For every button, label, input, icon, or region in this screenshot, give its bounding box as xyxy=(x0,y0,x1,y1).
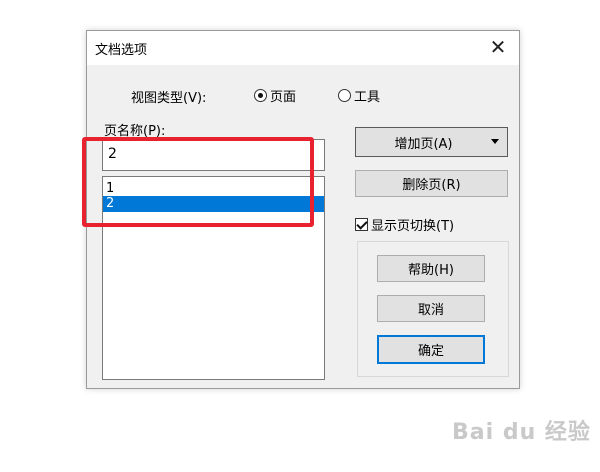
radio-page-label: 页面 xyxy=(270,89,297,105)
radio-unselected-icon[interactable] xyxy=(338,88,351,102)
cancel-button[interactable]: 取消 xyxy=(377,295,485,322)
dialog-title: 文档选项 xyxy=(95,43,148,58)
cancel-label: 取消 xyxy=(417,303,444,318)
annotation-highlight-box xyxy=(82,137,314,227)
add-page-button[interactable]: 增加页(A) xyxy=(355,127,508,157)
ok-button[interactable]: 确定 xyxy=(377,335,485,364)
help-button[interactable]: 帮助(H) xyxy=(377,255,485,282)
delete-page-button[interactable]: 删除页(R) xyxy=(355,170,508,197)
radio-page[interactable]: 页面 xyxy=(254,86,297,105)
checkbox-checked-icon[interactable] xyxy=(355,218,368,231)
delete-page-label: 删除页(R) xyxy=(402,178,461,193)
show-page-switch-label: 显示页切换(T) xyxy=(371,219,455,234)
radio-tool[interactable]: 工具 xyxy=(338,86,381,105)
baidu-watermark: Bai du 经验 xyxy=(452,420,591,445)
dropdown-arrow-icon[interactable] xyxy=(491,139,499,144)
title-bar: 文档选项 ✕ xyxy=(87,31,519,65)
view-type-label: 视图类型(V): xyxy=(131,91,207,106)
radio-selected-icon[interactable] xyxy=(254,88,267,102)
help-label: 帮助(H) xyxy=(408,263,454,278)
ok-label: 确定 xyxy=(417,344,444,359)
show-page-switch-checkbox[interactable]: 显示页切换(T) xyxy=(355,215,454,234)
close-icon[interactable]: ✕ xyxy=(487,36,509,58)
screenshot-canvas: 文档选项 ✕ 视图类型(V): 页面 工具 页名称(P): 2 1 2 增加页(… xyxy=(0,0,600,472)
add-page-label: 增加页(A) xyxy=(394,136,453,152)
radio-tool-label: 工具 xyxy=(354,89,381,105)
